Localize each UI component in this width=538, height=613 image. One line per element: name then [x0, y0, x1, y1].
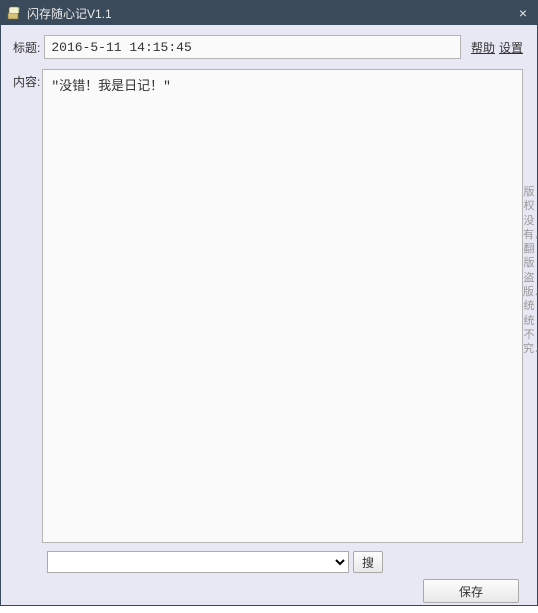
link-group: 帮助 设置	[471, 39, 523, 56]
save-row: 保存	[13, 579, 523, 603]
search-row: 搜	[47, 551, 523, 573]
copyright-note: 版权没有．翻版盗版．统统不究．	[523, 185, 535, 357]
body-row: 内容:	[13, 69, 523, 543]
search-button[interactable]: 搜	[353, 551, 383, 573]
titlebar[interactable]: 闪存随心记V1.1 ×	[1, 1, 537, 25]
body-textarea[interactable]	[42, 69, 523, 543]
window: 闪存随心记V1.1 × 标题: 帮助 设置 内容: 搜 保存 版权没有．翻版盗版…	[0, 0, 538, 606]
help-link[interactable]: 帮助	[471, 39, 495, 56]
close-button[interactable]: ×	[509, 1, 537, 25]
title-input[interactable]	[44, 35, 461, 59]
app-icon	[7, 6, 21, 20]
title-label: 标题:	[13, 39, 40, 56]
body-label: 内容:	[13, 69, 40, 90]
settings-link[interactable]: 设置	[499, 39, 523, 56]
content-area: 标题: 帮助 设置 内容: 搜 保存 版权没有．翻版盗版．统统不究．	[1, 25, 537, 613]
save-button[interactable]: 保存	[423, 579, 519, 603]
window-title: 闪存随心记V1.1	[27, 5, 509, 22]
title-row: 标题: 帮助 设置	[13, 35, 523, 59]
search-select[interactable]	[47, 551, 349, 573]
